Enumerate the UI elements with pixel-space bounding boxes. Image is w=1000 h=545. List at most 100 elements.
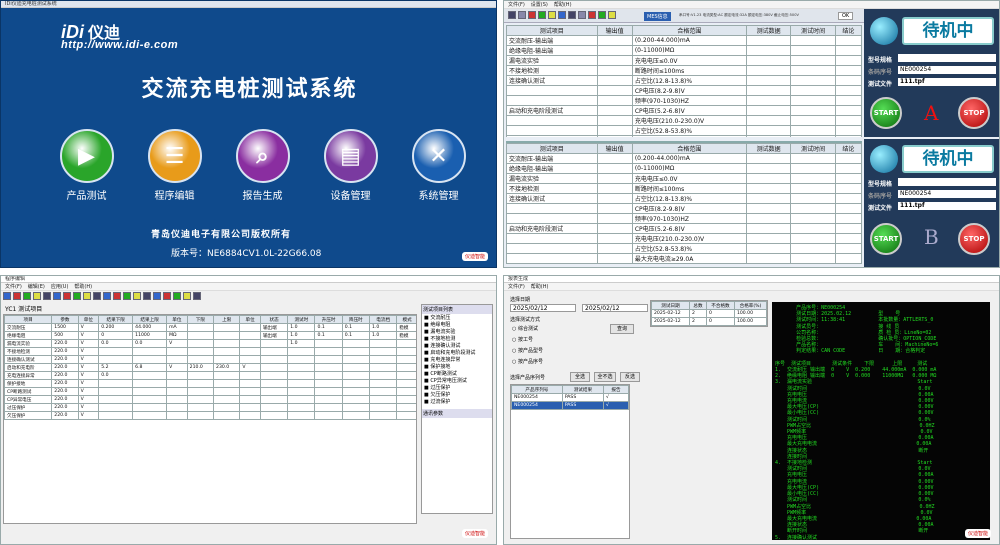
table-cell[interactable] — [186, 411, 215, 420]
table-cell[interactable] — [259, 395, 289, 404]
table-cell[interactable] — [259, 379, 289, 388]
table-cell[interactable] — [259, 403, 289, 412]
list-item[interactable]: ■ 漏电流实验 — [422, 328, 492, 335]
table-row[interactable]: 频率(970-1030)HZ — [506, 213, 862, 224]
table-cell[interactable]: 0.1 — [314, 331, 343, 340]
table-cell[interactable]: 1.0 — [287, 331, 316, 340]
mode-radio[interactable]: ○ 按产品序号 — [512, 357, 543, 368]
table-cell[interactable] — [239, 331, 261, 340]
model-field-b[interactable] — [898, 178, 996, 186]
table-cell[interactable] — [369, 347, 398, 356]
table-cell[interactable]: 0 — [98, 331, 134, 340]
table-cell[interactable] — [239, 387, 261, 396]
table-cell[interactable] — [213, 403, 241, 412]
table-cell[interactable] — [98, 387, 134, 396]
table-cell[interactable]: 210.0 — [186, 363, 215, 372]
table-row[interactable]: 不接地检测 断路时间≤100ms — [506, 183, 862, 194]
table-row[interactable]: 交流耐压 1500 V 0.200 44.000 mA 输出端 1.0 0.1 0.1 1.0 稳模 — [4, 323, 416, 332]
table-cell[interactable] — [396, 411, 416, 420]
table-cell[interactable]: 不接地检测 — [4, 347, 53, 356]
table-cell[interactable] — [166, 411, 188, 420]
table-cell[interactable] — [341, 395, 371, 404]
table-cell[interactable]: 220.0 — [51, 355, 79, 364]
table-cell[interactable]: 44.000 — [132, 323, 168, 332]
table-cell[interactable] — [213, 379, 241, 388]
table-cell[interactable]: 220.0 — [51, 339, 79, 348]
toolbar-icon[interactable] — [193, 292, 201, 300]
table-cell[interactable] — [132, 379, 168, 388]
table-cell[interactable] — [287, 363, 316, 372]
table-cell[interactable] — [132, 403, 168, 412]
table-cell[interactable]: 0.0 — [98, 339, 134, 348]
menu-button-2[interactable]: ☰ 程序编辑 — [137, 129, 212, 202]
start-button-b[interactable]: START — [870, 223, 902, 255]
table-cell[interactable] — [213, 331, 241, 340]
table-cell[interactable] — [369, 403, 398, 412]
table-cell[interactable] — [239, 395, 261, 404]
table-cell[interactable] — [396, 347, 416, 356]
table-row[interactable]: 占空比(52.8-53.8)% — [506, 243, 862, 254]
table-cell[interactable] — [213, 347, 241, 356]
toolbar-icon[interactable] — [173, 292, 181, 300]
table-cell[interactable] — [186, 395, 215, 404]
toolbar-icon[interactable] — [183, 292, 191, 300]
table-cell[interactable]: 保护接地 — [4, 379, 53, 388]
table-cell[interactable] — [314, 347, 343, 356]
select-all-button[interactable]: 全选 — [570, 372, 590, 382]
menu-item-4[interactable]: 帮助(H) — [74, 284, 92, 290]
table-row[interactable]: 连接确认测试 220.0 V — [4, 355, 416, 364]
list-item[interactable]: ■ CP异常电压测试 — [422, 377, 492, 384]
list-item[interactable]: ■ 交流耐压 — [422, 314, 492, 321]
table-cell[interactable]: 0.200 — [98, 323, 134, 332]
mes-button[interactable]: MES信息 — [644, 12, 671, 21]
mode-radio[interactable]: ○ 按产品型号 — [512, 346, 543, 357]
table-cell[interactable] — [259, 387, 289, 396]
menu-button-4[interactable]: ▤ 设备管理 — [313, 129, 388, 202]
table-cell[interactable]: V — [77, 355, 100, 364]
table-cell[interactable] — [186, 339, 215, 348]
table-cell[interactable] — [341, 387, 371, 396]
toolbar-icon[interactable] — [548, 11, 556, 19]
file-field[interactable]: 111.tpf — [898, 78, 996, 86]
table-cell[interactable] — [132, 355, 168, 364]
table-cell[interactable] — [166, 371, 188, 380]
menu-item-1[interactable]: 文件(F) — [508, 2, 525, 8]
toolbar-icon[interactable] — [53, 292, 61, 300]
table-cell[interactable]: 输出端 — [259, 331, 289, 340]
table-cell[interactable] — [98, 411, 134, 420]
table-cell[interactable] — [213, 395, 241, 404]
serial-row[interactable]: NE000254 PASS √ — [511, 401, 630, 410]
menu-item-1[interactable]: 文件(F) — [508, 284, 525, 290]
menu-button-5[interactable]: ✕ 系统管理 — [401, 129, 476, 202]
table-row[interactable]: 过压保护 220.0 V — [4, 403, 416, 412]
table-cell[interactable]: 220.0 — [51, 347, 79, 356]
table-cell[interactable] — [396, 355, 416, 364]
list-item[interactable]: ■ 欠压保护 — [422, 391, 492, 398]
toolbar-icon[interactable] — [123, 292, 131, 300]
toolbar-icon[interactable] — [63, 292, 71, 300]
table-cell[interactable] — [287, 347, 316, 356]
table-row[interactable]: 交流耐压-输出端 (0.200-44.000)mA — [506, 35, 862, 46]
table-cell[interactable]: mA — [166, 323, 188, 332]
ok-button[interactable]: OK — [838, 12, 854, 20]
table-cell[interactable] — [287, 379, 316, 388]
table-row[interactable]: 保护接地 220.0 V — [4, 379, 416, 388]
table-row[interactable]: CP异常电压 220.0 V — [4, 395, 416, 404]
table-cell[interactable] — [166, 355, 188, 364]
table-cell[interactable] — [314, 379, 343, 388]
table-cell[interactable] — [132, 387, 168, 396]
toolbar-icon[interactable] — [153, 292, 161, 300]
table-cell[interactable] — [341, 339, 371, 348]
table-cell[interactable]: 0.1 — [341, 323, 371, 332]
date-from-input[interactable]: 2025/02/12 — [510, 304, 576, 312]
toolbar-icon[interactable] — [103, 292, 111, 300]
table-row[interactable]: 占空比(52.8-53.8)% — [506, 125, 862, 136]
list-item[interactable]: ■ 绝缘电阻 — [422, 321, 492, 328]
table-cell[interactable] — [98, 379, 134, 388]
table-cell[interactable]: 1.0 — [369, 323, 398, 332]
table-cell[interactable] — [132, 395, 168, 404]
table-row[interactable]: 绝缘电阻-输出端 (0-11000)MΩ — [506, 163, 862, 174]
table-row[interactable]: CP电压(8.2-9.8)V — [506, 85, 862, 96]
toolbar-icon[interactable] — [93, 292, 101, 300]
table-row[interactable]: 不接地检测 220.0 V — [4, 347, 416, 356]
